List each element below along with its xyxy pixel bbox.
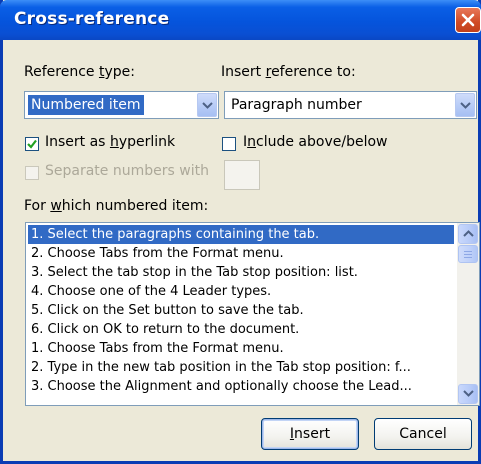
reference-type-label-suffix: ype: — [104, 64, 135, 80]
insert-as-hyperlink-suffix: yperlink — [118, 134, 176, 150]
list-item[interactable]: 3. Select the tab stop in the Tab stop p… — [28, 263, 454, 282]
list-scrollbar[interactable] — [457, 223, 479, 405]
close-icon — [461, 13, 475, 27]
insert-button-suffix: nsert — [294, 426, 331, 442]
dialog-title: Cross-reference — [14, 9, 170, 29]
include-above-below-suffix: clude above/below — [256, 134, 388, 150]
items-label-hotkey: w — [50, 198, 62, 214]
chevron-down-icon — [463, 390, 474, 397]
reference-type-select[interactable]: Numbered item — [24, 91, 219, 119]
chevron-up-icon — [463, 230, 474, 237]
cancel-button[interactable]: Cancel — [374, 418, 472, 450]
separator-input — [224, 160, 260, 190]
thumb-grip — [464, 257, 472, 258]
reference-type-label-prefix: Reference — [24, 64, 99, 80]
list-item[interactable]: 4. Choose one of the 4 Leader types. — [28, 282, 454, 301]
include-above-below-hotkey: n — [247, 134, 257, 150]
insert-button[interactable]: Insert — [261, 418, 359, 450]
separate-numbers-checkbox — [25, 166, 39, 180]
list-item[interactable]: 3. Choose the Alignment and optionally c… — [28, 377, 454, 396]
include-above-below-label[interactable]: Include above/below — [243, 134, 387, 150]
include-above-below-checkbox[interactable] — [222, 137, 236, 151]
items-label-suffix: hich numbered item: — [61, 198, 209, 214]
insert-reference-to-prefix: Insert — [221, 64, 266, 80]
insert-as-hyperlink-label[interactable]: Insert as hyperlink — [45, 134, 175, 150]
close-button[interactable] — [455, 7, 481, 33]
insert-as-hyperlink-hotkey: h — [109, 134, 119, 150]
list-item[interactable]: 2. Type in the new tab position in the T… — [28, 358, 454, 377]
insert-as-hyperlink-checkbox[interactable] — [25, 137, 39, 151]
chevron-down-icon — [460, 102, 471, 109]
scroll-up-button[interactable] — [458, 224, 478, 244]
items-label-prefix: For — [24, 198, 51, 214]
thumb-grip — [464, 254, 472, 255]
reference-type-label: Reference type: — [24, 64, 135, 80]
scroll-down-button[interactable] — [458, 384, 478, 404]
list-item[interactable]: 6. Click on OK to return to the document… — [28, 320, 454, 339]
insert-reference-to-label: Insert reference to: — [221, 64, 356, 80]
insert-reference-to-dropdown-button[interactable] — [455, 93, 475, 117]
insert-reference-to-value: Paragraph number — [231, 97, 362, 113]
reference-type-dropdown-button[interactable] — [197, 93, 217, 117]
checkmark-icon — [27, 139, 37, 149]
thumb-grip — [464, 251, 472, 252]
insert-as-hyperlink-prefix: Insert as — [45, 134, 110, 150]
numbered-items-list[interactable]: 1. Select the paragraphs containing the … — [25, 222, 480, 406]
title-bar[interactable]: Cross-reference — [0, 0, 481, 40]
list-item[interactable]: 5. Click on the Set button to save the t… — [28, 301, 454, 320]
insert-reference-to-suffix: eference to: — [271, 64, 356, 80]
separate-numbers-label: Separate numbers with — [45, 163, 209, 179]
chevron-down-icon — [202, 102, 213, 109]
list-item[interactable]: 1. Choose Tabs from the Format menu. — [28, 339, 454, 358]
list-item[interactable]: 2. Choose Tabs from the Format menu. — [28, 244, 454, 263]
reference-type-value: Numbered item — [28, 95, 144, 115]
items-label: For which numbered item: — [24, 198, 208, 214]
scroll-thumb[interactable] — [458, 245, 478, 263]
insert-reference-to-select[interactable]: Paragraph number — [224, 91, 477, 119]
list-item[interactable]: 1. Select the paragraphs containing the … — [28, 225, 454, 244]
cross-reference-dialog: Cross-reference Reference type: Numbered… — [0, 0, 481, 464]
